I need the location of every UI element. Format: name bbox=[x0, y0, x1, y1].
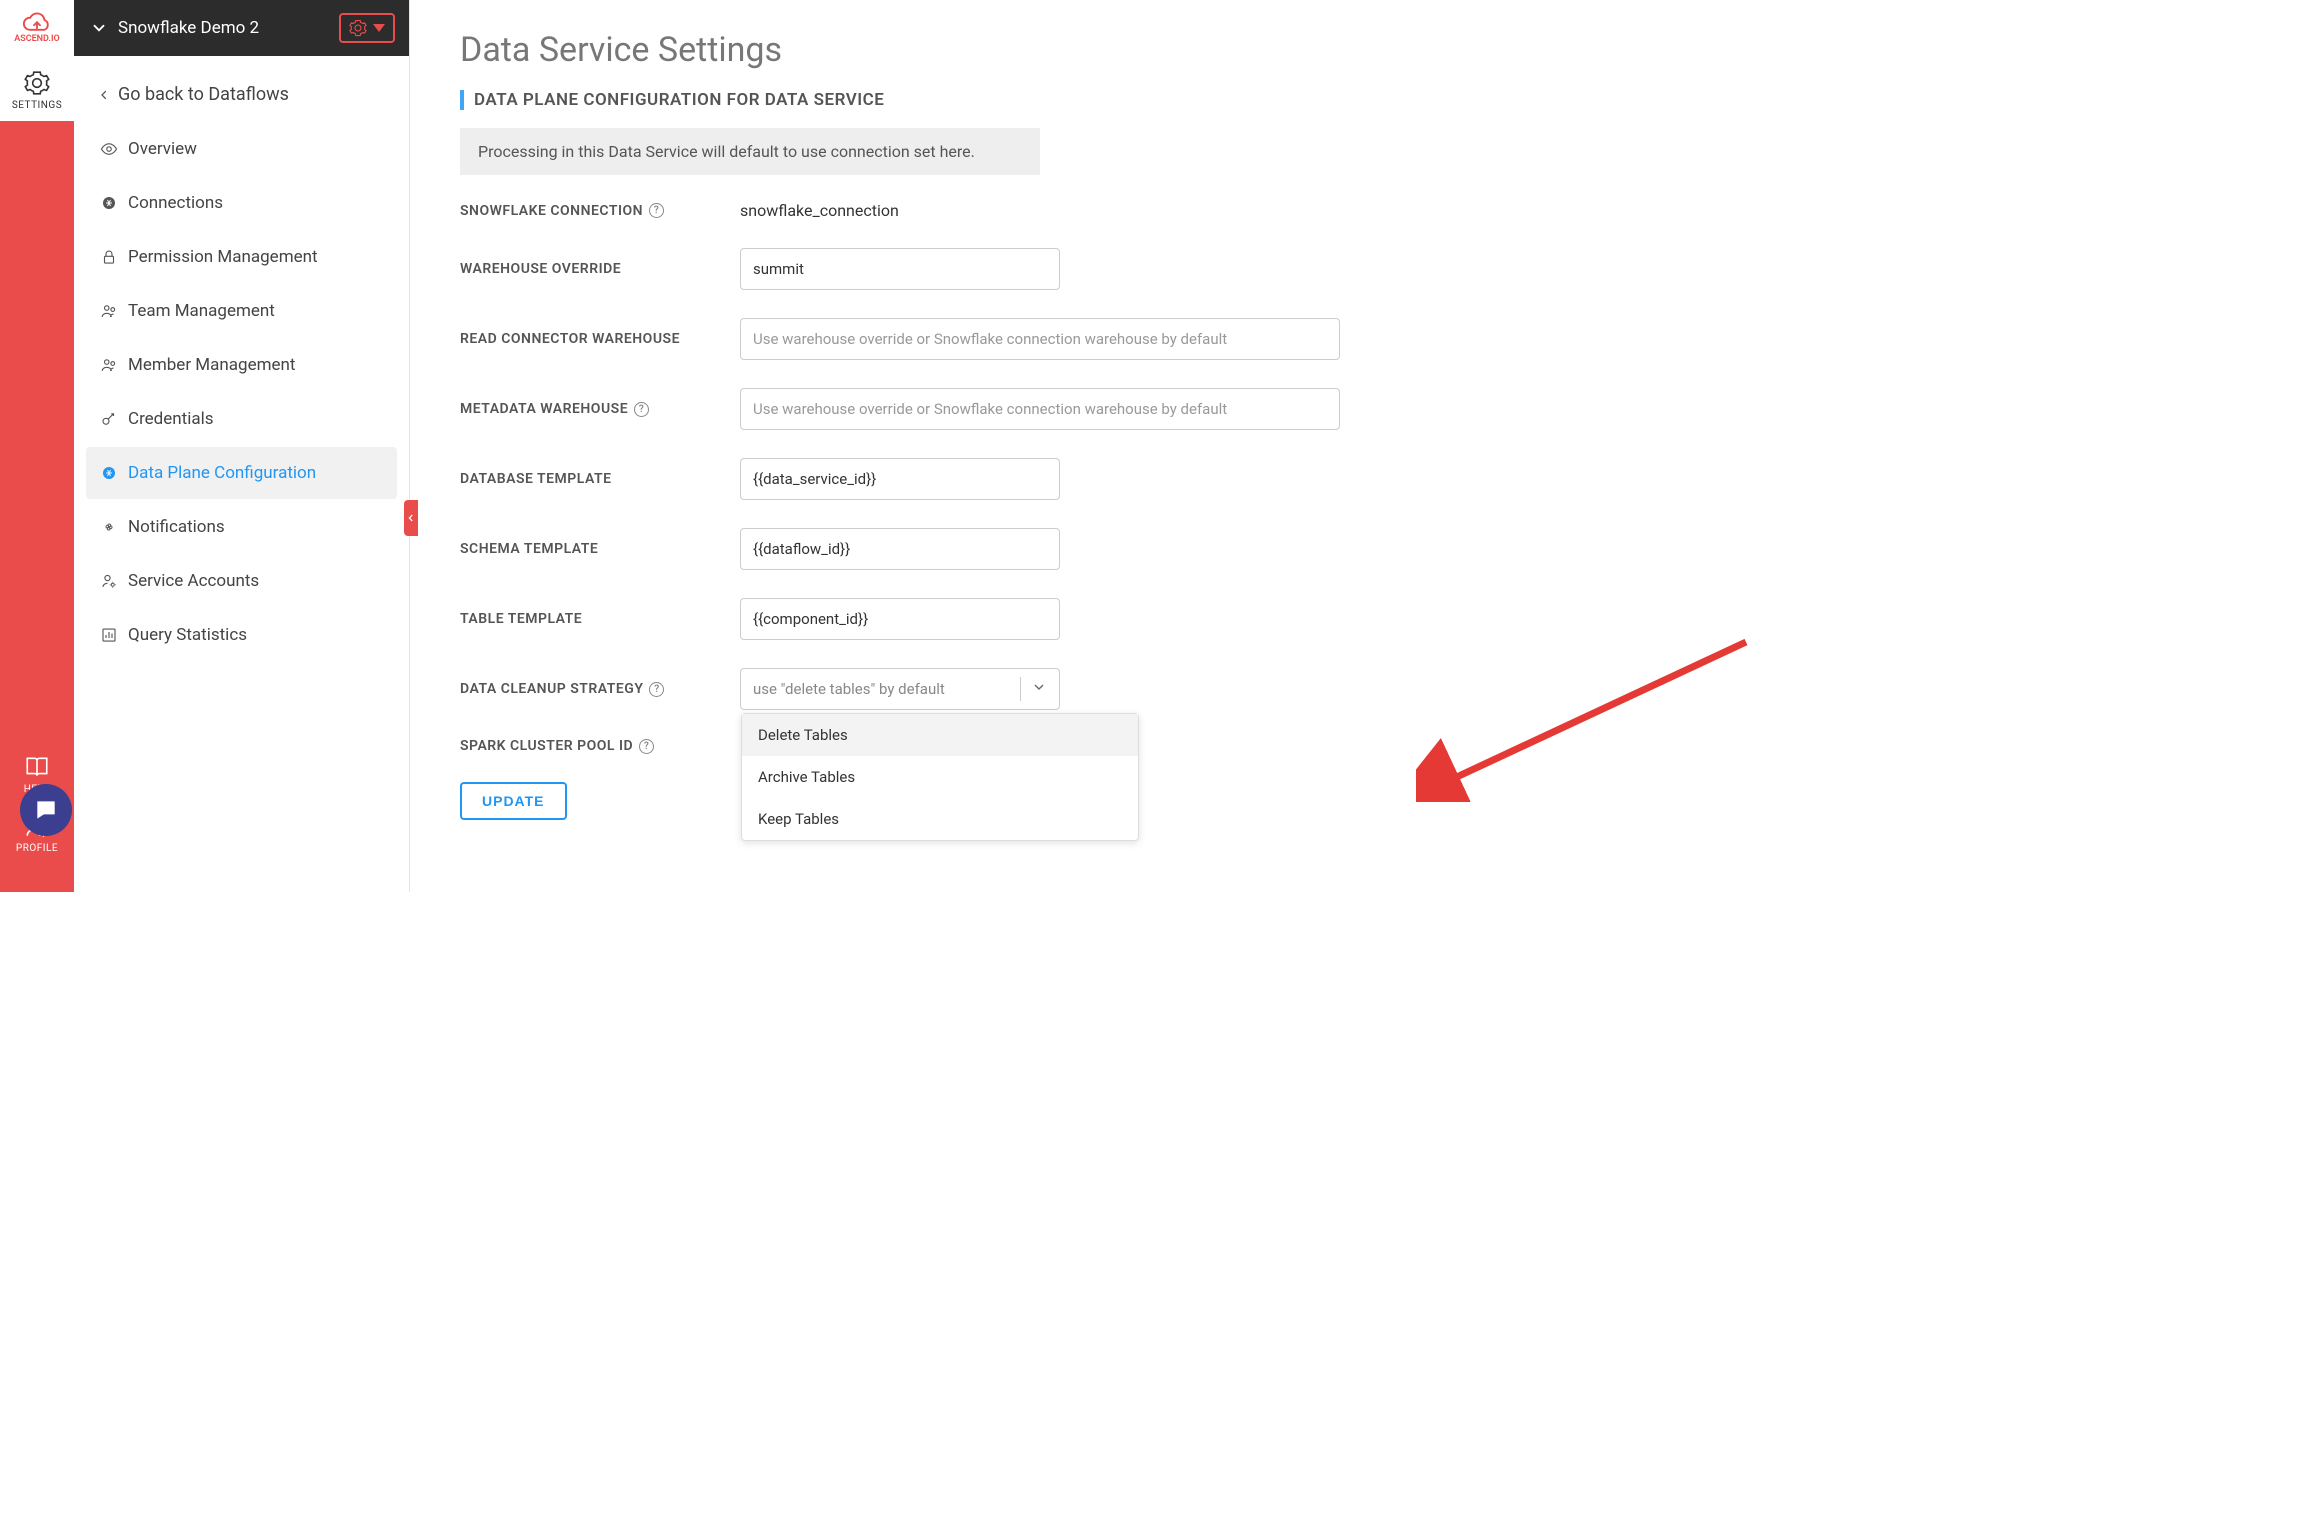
triangle-down-icon bbox=[373, 24, 385, 32]
dropdown-option-delete[interactable]: Delete Tables bbox=[742, 714, 1138, 756]
chevron-left-icon bbox=[98, 86, 110, 104]
rail-profile-label: PROFILE bbox=[16, 843, 58, 854]
help-icon[interactable]: ? bbox=[639, 739, 654, 754]
sidebar-item-label: Permission Management bbox=[128, 247, 318, 267]
cleanup-strategy-select[interactable]: use "delete tables" by default Delete Ta… bbox=[740, 668, 1060, 710]
sidebar-item-label: Member Management bbox=[128, 355, 295, 375]
page-title: Data Service Settings bbox=[460, 30, 1350, 70]
database-template-input[interactable] bbox=[740, 458, 1060, 500]
header-settings-button[interactable] bbox=[339, 13, 395, 43]
spark-pool-label: SPARK CLUSTER POOL ID ? bbox=[460, 738, 740, 754]
help-icon[interactable]: ? bbox=[634, 402, 649, 417]
chat-widget[interactable] bbox=[20, 784, 72, 836]
chat-icon bbox=[33, 797, 59, 823]
user-gear-icon bbox=[100, 572, 118, 590]
rail-item-settings[interactable]: SETTINGS bbox=[0, 56, 74, 121]
cleanup-strategy-label: DATA CLEANUP STRATEGY ? bbox=[460, 681, 740, 697]
help-icon[interactable]: ? bbox=[649, 682, 664, 697]
read-connector-label: READ CONNECTOR WAREHOUSE bbox=[460, 331, 740, 347]
lock-icon bbox=[100, 248, 118, 266]
schema-template-label: SCHEMA TEMPLATE bbox=[460, 541, 740, 557]
left-rail: ASCEND.IO SETTINGS HELP PROFILE bbox=[0, 0, 74, 892]
sidebar-item-dataplane[interactable]: Data Plane Configuration bbox=[86, 447, 397, 499]
sidebar-item-query-stats[interactable]: Query Statistics bbox=[86, 609, 397, 661]
book-icon bbox=[24, 754, 50, 780]
sidebar-item-connections[interactable]: Connections bbox=[86, 177, 397, 229]
database-template-label: DATABASE TEMPLATE bbox=[460, 471, 740, 487]
help-icon[interactable]: ? bbox=[649, 203, 664, 218]
sidebar-item-service-accounts[interactable]: Service Accounts bbox=[86, 555, 397, 607]
back-label: Go back to Dataflows bbox=[118, 84, 289, 105]
back-to-dataflows[interactable]: Go back to Dataflows bbox=[86, 66, 397, 123]
sidebar-item-label: Credentials bbox=[128, 409, 214, 429]
dropdown-option-archive[interactable]: Archive Tables bbox=[742, 756, 1138, 798]
sidebar-item-label: Team Management bbox=[128, 301, 275, 321]
cleanup-dropdown: Delete Tables Archive Tables Keep Tables bbox=[741, 713, 1139, 841]
key-icon bbox=[100, 410, 118, 428]
sidebar-item-members[interactable]: Member Management bbox=[86, 339, 397, 391]
eye-icon bbox=[100, 140, 118, 158]
chevron-down-icon[interactable] bbox=[90, 19, 108, 37]
sidebar-item-label: Notifications bbox=[128, 517, 225, 537]
sidebar-header: Snowflake Demo 2 bbox=[74, 0, 409, 56]
sidebar-item-label: Query Statistics bbox=[128, 625, 247, 645]
members-icon bbox=[100, 356, 118, 374]
chart-icon bbox=[100, 626, 118, 644]
gear-icon bbox=[24, 70, 50, 96]
update-button[interactable]: UPDATE bbox=[460, 782, 567, 820]
sidebar-item-label: Overview bbox=[128, 139, 197, 159]
fan-icon bbox=[100, 518, 118, 536]
sidebar-item-label: Data Plane Configuration bbox=[128, 463, 316, 483]
warehouse-override-label: WAREHOUSE OVERRIDE bbox=[460, 261, 740, 277]
gear-icon bbox=[349, 19, 367, 37]
metadata-warehouse-input[interactable] bbox=[740, 388, 1340, 430]
read-connector-input[interactable] bbox=[740, 318, 1340, 360]
metadata-warehouse-label: METADATA WAREHOUSE ? bbox=[460, 401, 740, 417]
main-content: Data Service Settings DATA PLANE CONFIGU… bbox=[410, 0, 1350, 892]
warehouse-override-input[interactable] bbox=[740, 248, 1060, 290]
info-banner: Processing in this Data Service will def… bbox=[460, 128, 1040, 175]
sidebar-item-credentials[interactable]: Credentials bbox=[86, 393, 397, 445]
sidebar-item-overview[interactable]: Overview bbox=[86, 123, 397, 175]
sidebar-item-label: Connections bbox=[128, 193, 223, 213]
chevron-down-icon bbox=[1031, 679, 1047, 699]
connection-value: snowflake_connection bbox=[740, 201, 899, 220]
brand-logo[interactable]: ASCEND.IO bbox=[0, 0, 74, 56]
annotation-arrow bbox=[1416, 632, 1756, 802]
select-placeholder: use "delete tables" by default bbox=[753, 680, 1010, 698]
sidebar: Snowflake Demo 2 Go back to Dataflows Ov… bbox=[74, 0, 410, 892]
section-title: DATA PLANE CONFIGURATION FOR DATA SERVIC… bbox=[460, 90, 1350, 110]
table-template-input[interactable] bbox=[740, 598, 1060, 640]
cloud-arrow-icon bbox=[22, 12, 52, 34]
dataplane-icon bbox=[100, 464, 118, 482]
sidebar-item-label: Service Accounts bbox=[128, 571, 259, 591]
sidebar-title: Snowflake Demo 2 bbox=[118, 18, 339, 38]
dropdown-option-keep[interactable]: Keep Tables bbox=[742, 798, 1138, 840]
brand-label: ASCEND.IO bbox=[14, 34, 60, 44]
connection-icon bbox=[100, 194, 118, 212]
schema-template-input[interactable] bbox=[740, 528, 1060, 570]
team-icon bbox=[100, 302, 118, 320]
sidebar-item-permissions[interactable]: Permission Management bbox=[86, 231, 397, 283]
table-template-label: TABLE TEMPLATE bbox=[460, 611, 740, 627]
connection-label: SNOWFLAKE CONNECTION ? bbox=[460, 203, 740, 219]
rail-settings-label: SETTINGS bbox=[12, 100, 62, 111]
sidebar-item-team[interactable]: Team Management bbox=[86, 285, 397, 337]
sidebar-item-notifications[interactable]: Notifications bbox=[86, 501, 397, 553]
